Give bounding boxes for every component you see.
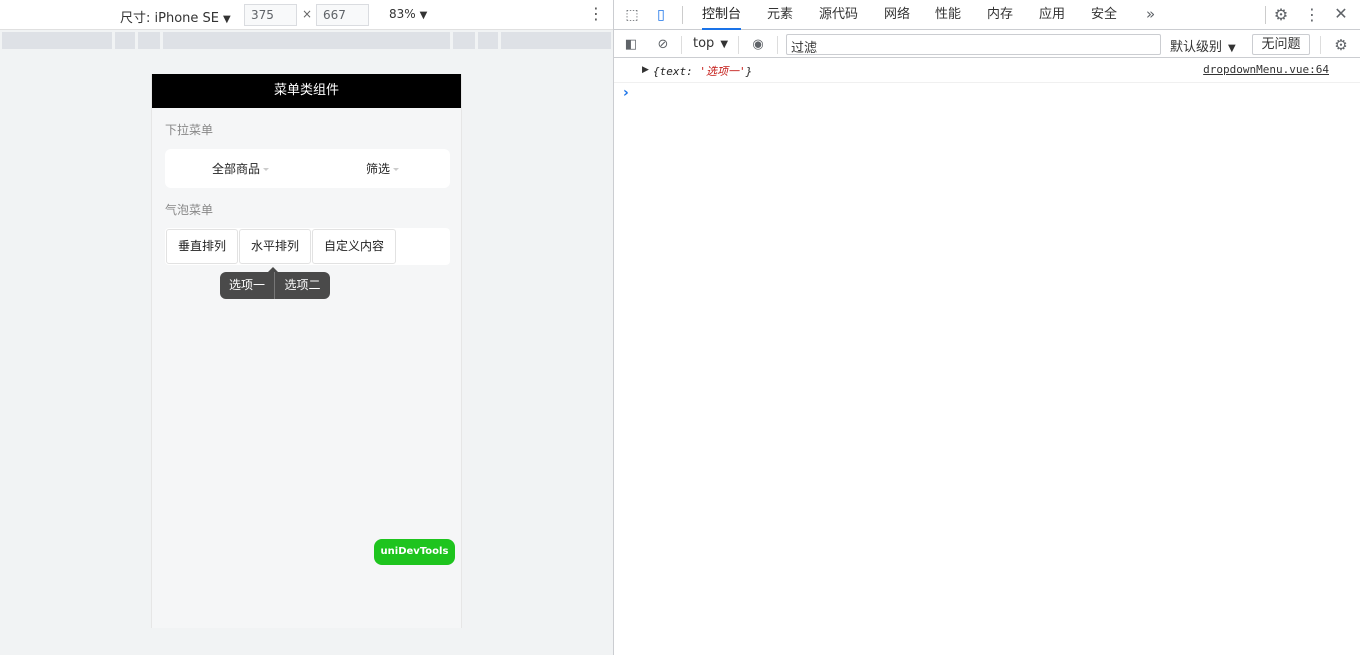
triangle-down-icon — [263, 168, 270, 171]
dropdown-item-all-goods[interactable]: 全部商品 — [212, 160, 270, 177]
tab-console[interactable]: 控制台 — [702, 0, 742, 30]
separator — [1265, 6, 1266, 24]
height-input[interactable]: 667 — [316, 4, 369, 26]
log-level-select[interactable]: 默认级别 ▼ — [1170, 36, 1236, 55]
show-sidebar-icon[interactable]: ◧ — [622, 36, 640, 54]
settings-gear-icon[interactable]: ⚙ — [1271, 5, 1291, 25]
horizontal-layout-button[interactable]: 水平排列 — [239, 229, 311, 264]
separator — [1320, 36, 1321, 54]
tab-network[interactable]: 网络 — [884, 0, 910, 30]
device-emulation-pane: 尺寸: iPhone SE ▼ 375 × 667 83% ▼ ⋮ 菜单类组件 下拉… — [0, 0, 613, 655]
context-label: top — [693, 36, 715, 51]
zoom-label: 83% — [389, 7, 416, 21]
logged-object[interactable]: {text: '选项一'} — [653, 63, 752, 79]
console-output: ▶ {text: '选项一'} dropdownMenu.vue:64 › — [614, 59, 1360, 101]
more-options-icon[interactable]: ⋮ — [588, 4, 604, 23]
filter-input[interactable]: 过滤 — [786, 34, 1161, 56]
nav-title: 菜单类组件 — [152, 74, 461, 108]
bubble-menu: 垂直排列 水平排列 自定义内容 — [165, 228, 450, 265]
zoom-select[interactable]: 83% ▼ — [389, 7, 427, 21]
phone-viewport: 菜单类组件 下拉菜单 全部商品 筛选 气泡菜单 垂直排列 水平排列 自定义内容 … — [151, 74, 462, 628]
tab-elements[interactable]: 元素 — [767, 0, 793, 30]
media-query-segment[interactable] — [115, 32, 135, 49]
device-select[interactable]: 尺寸: iPhone SE ▼ — [120, 7, 231, 26]
vertical-layout-button[interactable]: 垂直排列 — [166, 229, 238, 264]
context-select[interactable]: top ▼ — [693, 36, 728, 51]
console-prompt-chevron-icon[interactable]: › — [623, 85, 629, 101]
more-tabs-icon[interactable]: » — [1146, 5, 1155, 23]
section-title-bubble: 气泡菜单 — [165, 203, 214, 217]
width-input[interactable]: 375 — [244, 4, 297, 26]
dropdown-item-label: 全部商品 — [212, 162, 261, 176]
media-query-segment[interactable] — [138, 32, 160, 49]
device-toolbar: 尺寸: iPhone SE ▼ 375 × 667 83% ▼ ⋮ — [0, 0, 613, 30]
dropdown-item-label: 筛选 — [366, 162, 391, 176]
device-label: 尺寸: iPhone SE — [120, 11, 219, 26]
separator — [682, 6, 683, 24]
tab-performance[interactable]: 性能 — [935, 0, 961, 30]
uni-devtools-button[interactable]: uniDevTools — [374, 539, 455, 565]
times-icon: × — [302, 7, 313, 21]
log-level-label: 默认级别 — [1170, 40, 1223, 55]
tab-security[interactable]: 安全 — [1091, 0, 1117, 30]
caret-down-icon: ▼ — [223, 14, 231, 25]
live-expression-eye-icon[interactable]: ◉ — [749, 36, 767, 54]
console-toolbar: ◧ ⊘ top ▼ ◉ 过滤 默认级别 ▼ 无问题 ⚙ — [614, 31, 1360, 58]
caret-down-icon: ▼ — [1228, 43, 1236, 54]
media-query-bar — [0, 32, 613, 50]
tab-memory[interactable]: 内存 — [987, 0, 1013, 30]
media-query-segment[interactable] — [2, 32, 112, 49]
close-icon[interactable]: ✕ — [1332, 4, 1350, 23]
inspect-element-icon[interactable]: ⬚ — [623, 6, 641, 24]
console-log-entry[interactable]: ▶ {text: '选项一'} dropdownMenu.vue:64 — [614, 59, 1360, 83]
source-link[interactable]: dropdownMenu.vue:64 — [1203, 63, 1329, 76]
expand-triangle-icon[interactable]: ▶ — [642, 65, 649, 75]
separator — [738, 36, 739, 54]
tab-application[interactable]: 应用 — [1039, 0, 1065, 30]
media-query-segment[interactable] — [478, 32, 498, 49]
caret-down-icon: ▼ — [419, 10, 428, 21]
devtools-panel: ⬚ ▯ 控制台 元素 源代码 网络 性能 内存 应用 安全 » ⚙ ⋮ ✕ ◧ … — [614, 0, 1360, 655]
separator — [681, 36, 682, 54]
media-query-segment[interactable] — [501, 32, 611, 49]
bubble-popover: 选项一 选项二 — [220, 267, 330, 299]
media-query-segment[interactable] — [453, 32, 475, 49]
media-query-segment[interactable] — [163, 32, 450, 49]
customize-menu-icon[interactable]: ⋮ — [1304, 5, 1320, 24]
object-value: '选项一' — [699, 65, 746, 78]
devtools-tabbar: ⬚ ▯ 控制台 元素 源代码 网络 性能 内存 应用 安全 » ⚙ ⋮ ✕ — [614, 0, 1360, 30]
console-settings-gear-icon[interactable]: ⚙ — [1332, 36, 1350, 54]
clear-console-icon[interactable]: ⊘ — [654, 36, 672, 54]
popover-option-one[interactable]: 选项一 — [220, 272, 275, 299]
popover-option-two[interactable]: 选项二 — [275, 272, 330, 299]
tab-sources[interactable]: 源代码 — [819, 0, 858, 30]
custom-content-button[interactable]: 自定义内容 — [312, 229, 396, 264]
dropdown-menu: 全部商品 筛选 — [165, 149, 450, 188]
dropdown-item-filter[interactable]: 筛选 — [366, 160, 400, 177]
object-key: text — [659, 65, 687, 78]
separator — [777, 36, 778, 54]
issues-button[interactable]: 无问题 — [1252, 34, 1310, 55]
device-toolbar-icon[interactable]: ▯ — [652, 6, 670, 24]
triangle-down-icon — [393, 168, 400, 171]
section-title-dropdown: 下拉菜单 — [165, 123, 214, 137]
caret-down-icon: ▼ — [720, 39, 729, 50]
